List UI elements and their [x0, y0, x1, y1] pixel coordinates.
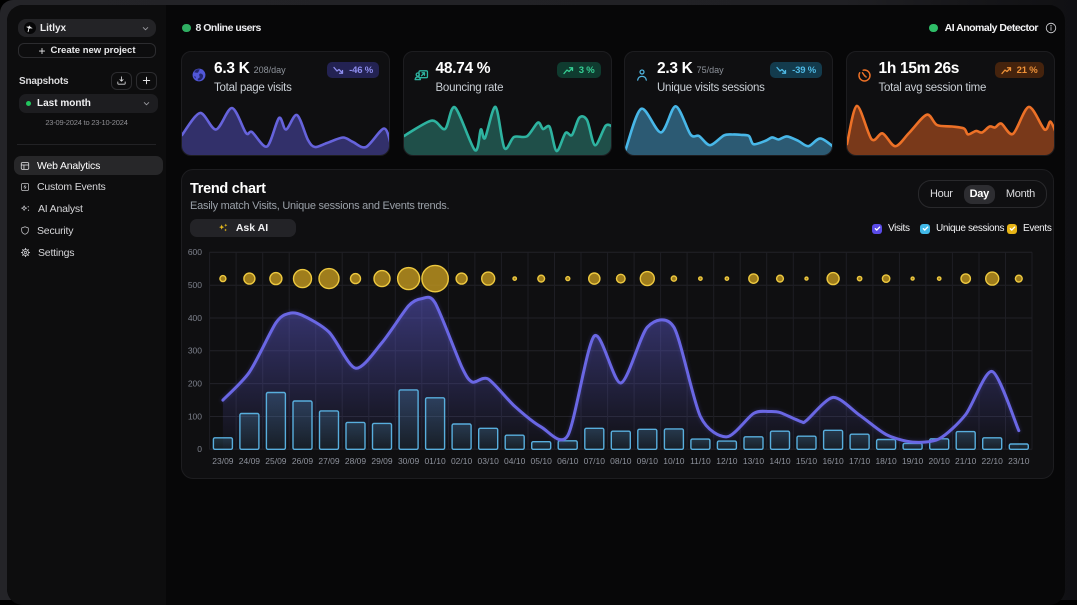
svg-text:02/10: 02/10 — [451, 456, 473, 466]
svg-text:21/10: 21/10 — [955, 456, 977, 466]
svg-text:16/10: 16/10 — [822, 456, 844, 466]
svg-text:30/09: 30/09 — [398, 456, 420, 466]
svg-text:06/10: 06/10 — [557, 456, 579, 466]
svg-text:03/10: 03/10 — [478, 456, 500, 466]
svg-text:07/10: 07/10 — [584, 456, 606, 466]
svg-text:09/10: 09/10 — [637, 456, 659, 466]
svg-text:25/09: 25/09 — [265, 456, 287, 466]
svg-text:20/10: 20/10 — [929, 456, 951, 466]
svg-text:15/10: 15/10 — [796, 456, 818, 466]
svg-text:100: 100 — [188, 411, 202, 421]
svg-text:28/09: 28/09 — [345, 456, 367, 466]
svg-text:500: 500 — [188, 280, 202, 290]
svg-text:300: 300 — [188, 346, 202, 356]
svg-text:26/09: 26/09 — [292, 456, 314, 466]
svg-text:0: 0 — [197, 444, 202, 454]
svg-text:24/09: 24/09 — [239, 456, 261, 466]
svg-text:29/09: 29/09 — [371, 456, 393, 466]
svg-text:01/10: 01/10 — [424, 456, 446, 466]
svg-text:23/10: 23/10 — [1008, 456, 1030, 466]
svg-text:12/10: 12/10 — [716, 456, 738, 466]
svg-text:11/10: 11/10 — [690, 456, 711, 466]
svg-text:18/10: 18/10 — [875, 456, 897, 466]
svg-text:10/10: 10/10 — [663, 456, 685, 466]
svg-text:23/09: 23/09 — [212, 456, 234, 466]
svg-text:22/10: 22/10 — [982, 456, 1004, 466]
svg-text:600: 600 — [188, 247, 202, 257]
svg-text:17/10: 17/10 — [849, 456, 871, 466]
svg-text:13/10: 13/10 — [743, 456, 765, 466]
svg-text:04/10: 04/10 — [504, 456, 526, 466]
svg-text:08/10: 08/10 — [610, 456, 632, 466]
svg-text:05/10: 05/10 — [531, 456, 553, 466]
svg-text:27/09: 27/09 — [318, 456, 340, 466]
svg-text:200: 200 — [188, 378, 202, 388]
svg-text:14/10: 14/10 — [769, 456, 791, 466]
svg-text:400: 400 — [188, 313, 202, 323]
svg-text:19/10: 19/10 — [902, 456, 924, 466]
